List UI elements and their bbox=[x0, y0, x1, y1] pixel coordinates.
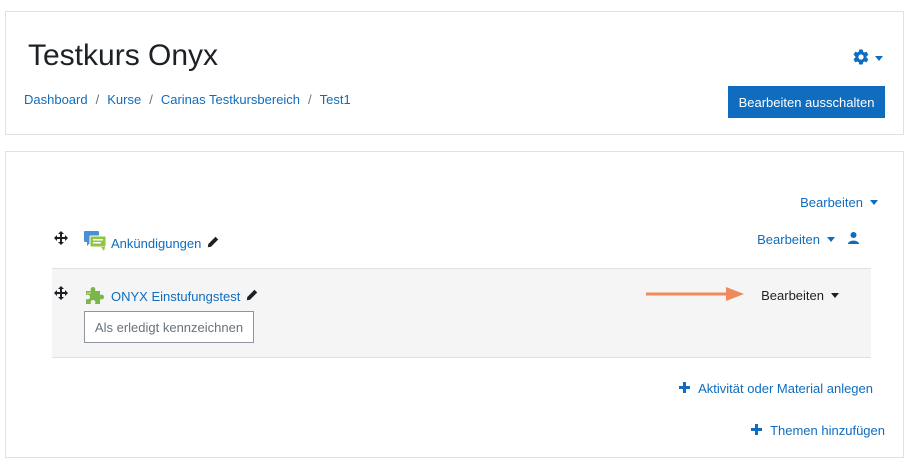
mark-as-done-button[interactable]: Als erledigt kennzeichnen bbox=[84, 311, 254, 343]
plus-icon bbox=[751, 423, 763, 438]
activity-row: ONYX Einstufungstest Als erledigt kennze… bbox=[52, 268, 871, 358]
breadcrumb-item-dashboard[interactable]: Dashboard bbox=[24, 92, 88, 107]
activity-row: Ankündigungen Bearbeiten bbox=[52, 222, 871, 268]
chevron-down-icon bbox=[875, 56, 883, 61]
course-section: Bearbeiten Ankündigungen Bearbeiten ONYX… bbox=[5, 151, 904, 458]
add-topics-label: Themen hinzufügen bbox=[770, 423, 885, 438]
gear-icon bbox=[852, 48, 870, 69]
breadcrumb-item-kurse[interactable]: Kurse bbox=[107, 92, 141, 107]
turn-editing-off-button[interactable]: Bearbeiten ausschalten bbox=[728, 86, 885, 118]
breadcrumb-separator: / bbox=[308, 92, 312, 107]
plus-icon bbox=[679, 381, 691, 396]
chevron-down-icon bbox=[827, 237, 835, 242]
activity-edit-label: Bearbeiten bbox=[761, 288, 824, 303]
move-icon[interactable] bbox=[54, 231, 68, 248]
activity-link-onyx-test[interactable]: ONYX Einstufungstest bbox=[111, 289, 240, 304]
activity-name: Ankündigungen bbox=[111, 236, 219, 251]
activity-edit-label: Bearbeiten bbox=[757, 232, 820, 247]
add-activity-label: Aktivität oder Material anlegen bbox=[698, 381, 873, 396]
breadcrumb-separator: / bbox=[95, 92, 100, 107]
breadcrumb-item-category[interactable]: Carinas Testkursbereich bbox=[161, 92, 300, 107]
puzzle-icon bbox=[83, 284, 105, 309]
arrow-right-icon bbox=[644, 286, 746, 305]
breadcrumb: Dashboard / Kurse / Carinas Testkursbere… bbox=[24, 92, 351, 107]
pencil-icon[interactable] bbox=[246, 289, 258, 304]
chevron-down-icon bbox=[870, 200, 878, 205]
activity-link-ankuendigungen[interactable]: Ankündigungen bbox=[111, 236, 201, 251]
pencil-icon[interactable] bbox=[207, 236, 219, 251]
course-header: Testkurs Onyx Dashboard / Kurse / Carina… bbox=[5, 11, 904, 135]
activity-edit-menu[interactable]: Bearbeiten bbox=[757, 232, 859, 247]
add-activity-link[interactable]: Aktivität oder Material anlegen bbox=[679, 381, 873, 396]
user-icon[interactable] bbox=[848, 232, 859, 247]
add-topics-link[interactable]: Themen hinzufügen bbox=[751, 423, 885, 438]
chevron-down-icon bbox=[831, 293, 839, 298]
breadcrumb-item-section[interactable]: Test1 bbox=[320, 92, 351, 107]
activity-name: ONYX Einstufungstest bbox=[111, 289, 258, 304]
section-edit-menu[interactable]: Bearbeiten bbox=[800, 195, 878, 210]
move-icon[interactable] bbox=[54, 286, 68, 303]
page-title: Testkurs Onyx bbox=[28, 39, 219, 72]
section-edit-label: Bearbeiten bbox=[800, 195, 863, 210]
activity-edit-menu[interactable]: Bearbeiten bbox=[761, 288, 839, 303]
breadcrumb-separator: / bbox=[149, 92, 153, 107]
forum-icon bbox=[83, 230, 107, 255]
course-settings-menu[interactable] bbox=[852, 48, 883, 69]
